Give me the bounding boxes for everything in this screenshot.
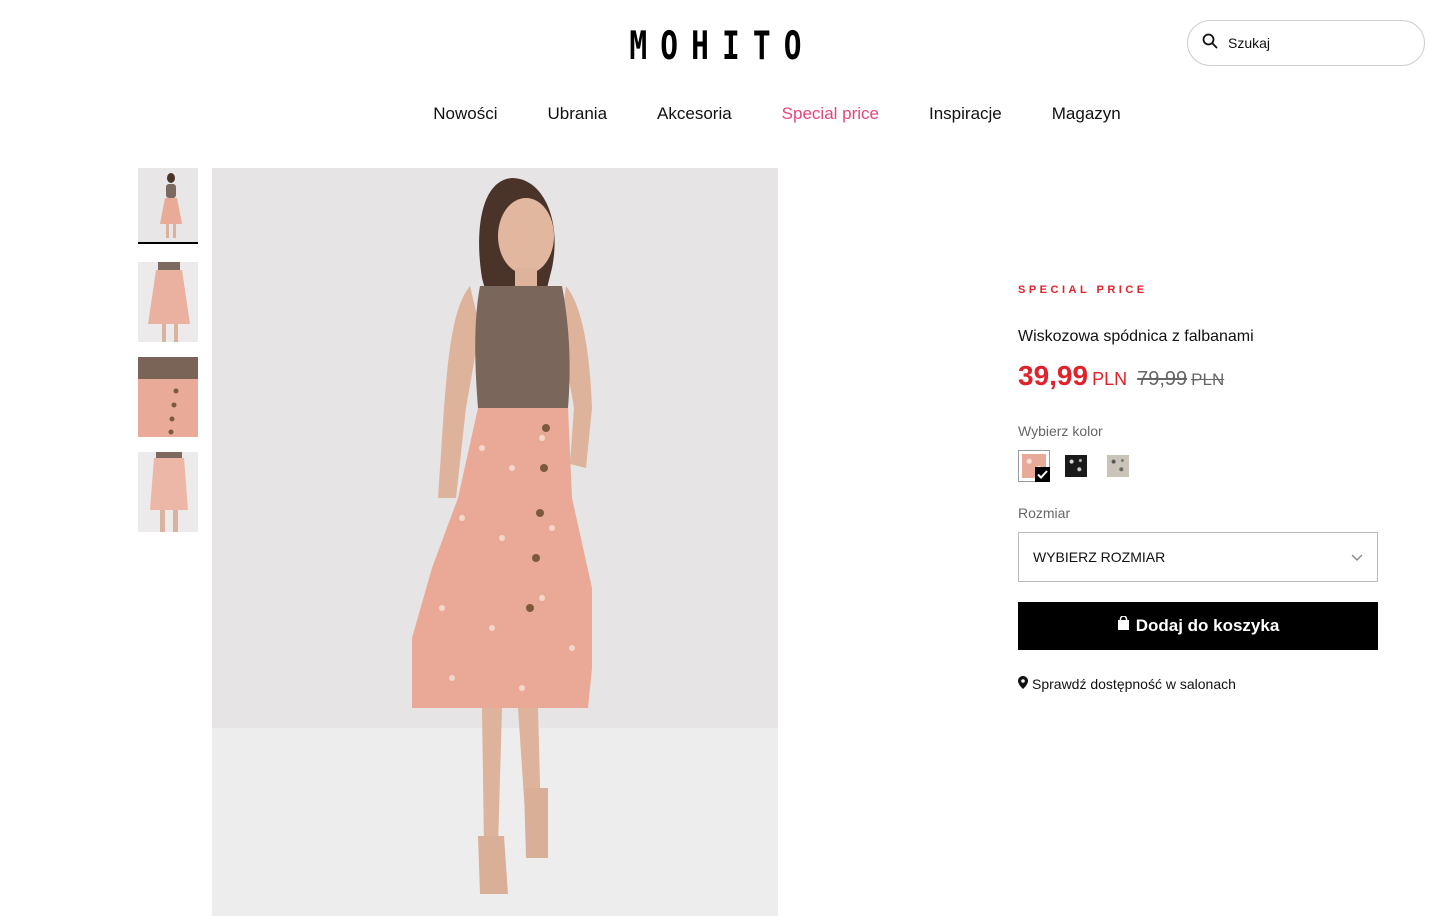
chevron-down-icon bbox=[1351, 549, 1363, 565]
nav-item-nowosci[interactable]: Nowości bbox=[433, 104, 497, 124]
current-price: 39,99 bbox=[1018, 360, 1089, 391]
thumbnail-skirt-back[interactable] bbox=[138, 452, 198, 532]
old-price: 79,99 bbox=[1137, 368, 1188, 390]
nav-item-inspiracje[interactable]: Inspiracje bbox=[929, 104, 1002, 124]
color-label: Wybierz kolor bbox=[1018, 423, 1103, 439]
store-availability-label: Sprawdź dostępność w salonach bbox=[1032, 676, 1236, 692]
add-to-cart-button[interactable]: Dodaj do koszyka bbox=[1018, 602, 1378, 650]
nav-item-magazyn[interactable]: Magazyn bbox=[1052, 104, 1121, 124]
main-nav: Nowości Ubrania Akcesoria Special price … bbox=[0, 104, 1444, 124]
add-to-cart-label: Dodaj do koszyka bbox=[1135, 616, 1280, 635]
old-currency: PLN bbox=[1191, 370, 1225, 389]
shopping-bag-icon bbox=[1117, 615, 1130, 636]
search-icon bbox=[1202, 33, 1218, 54]
price-block: 39,99 PLN 79,99 PLN bbox=[1018, 360, 1224, 392]
nav-item-special-price[interactable]: Special price bbox=[782, 104, 879, 124]
search-input[interactable] bbox=[1226, 34, 1410, 52]
thumbnail-list bbox=[138, 168, 198, 547]
color-swatch-black[interactable] bbox=[1060, 450, 1092, 482]
current-currency: PLN bbox=[1092, 369, 1128, 389]
nav-item-ubrania[interactable]: Ubrania bbox=[547, 104, 607, 124]
nav-item-akcesoria[interactable]: Akcesoria bbox=[657, 104, 732, 124]
brand-logo[interactable]: MOHITO bbox=[130, 24, 1314, 69]
store-availability-link[interactable]: Sprawdź dostępność w salonach bbox=[1018, 676, 1236, 692]
selected-check-icon bbox=[1035, 467, 1050, 482]
location-pin-icon bbox=[1018, 676, 1028, 692]
thumbnail-skirt-front[interactable] bbox=[138, 262, 198, 342]
search-box[interactable] bbox=[1187, 20, 1425, 66]
color-swatch-peach[interactable] bbox=[1018, 450, 1050, 482]
size-select[interactable]: WYBIERZ ROZMIAR bbox=[1018, 532, 1378, 582]
special-price-badge: SPECIAL PRICE bbox=[1018, 284, 1148, 296]
color-swatches bbox=[1018, 450, 1134, 482]
product-title: Wiskozowa spódnica z falbanami bbox=[1018, 328, 1254, 345]
size-label: Rozmiar bbox=[1018, 505, 1071, 521]
product-main-image[interactable] bbox=[212, 168, 778, 916]
thumbnail-skirt-detail[interactable] bbox=[138, 357, 198, 437]
color-swatch-beige[interactable] bbox=[1102, 450, 1134, 482]
size-select-value: WYBIERZ ROZMIAR bbox=[1033, 549, 1166, 565]
thumbnail-full-look[interactable] bbox=[138, 168, 198, 244]
